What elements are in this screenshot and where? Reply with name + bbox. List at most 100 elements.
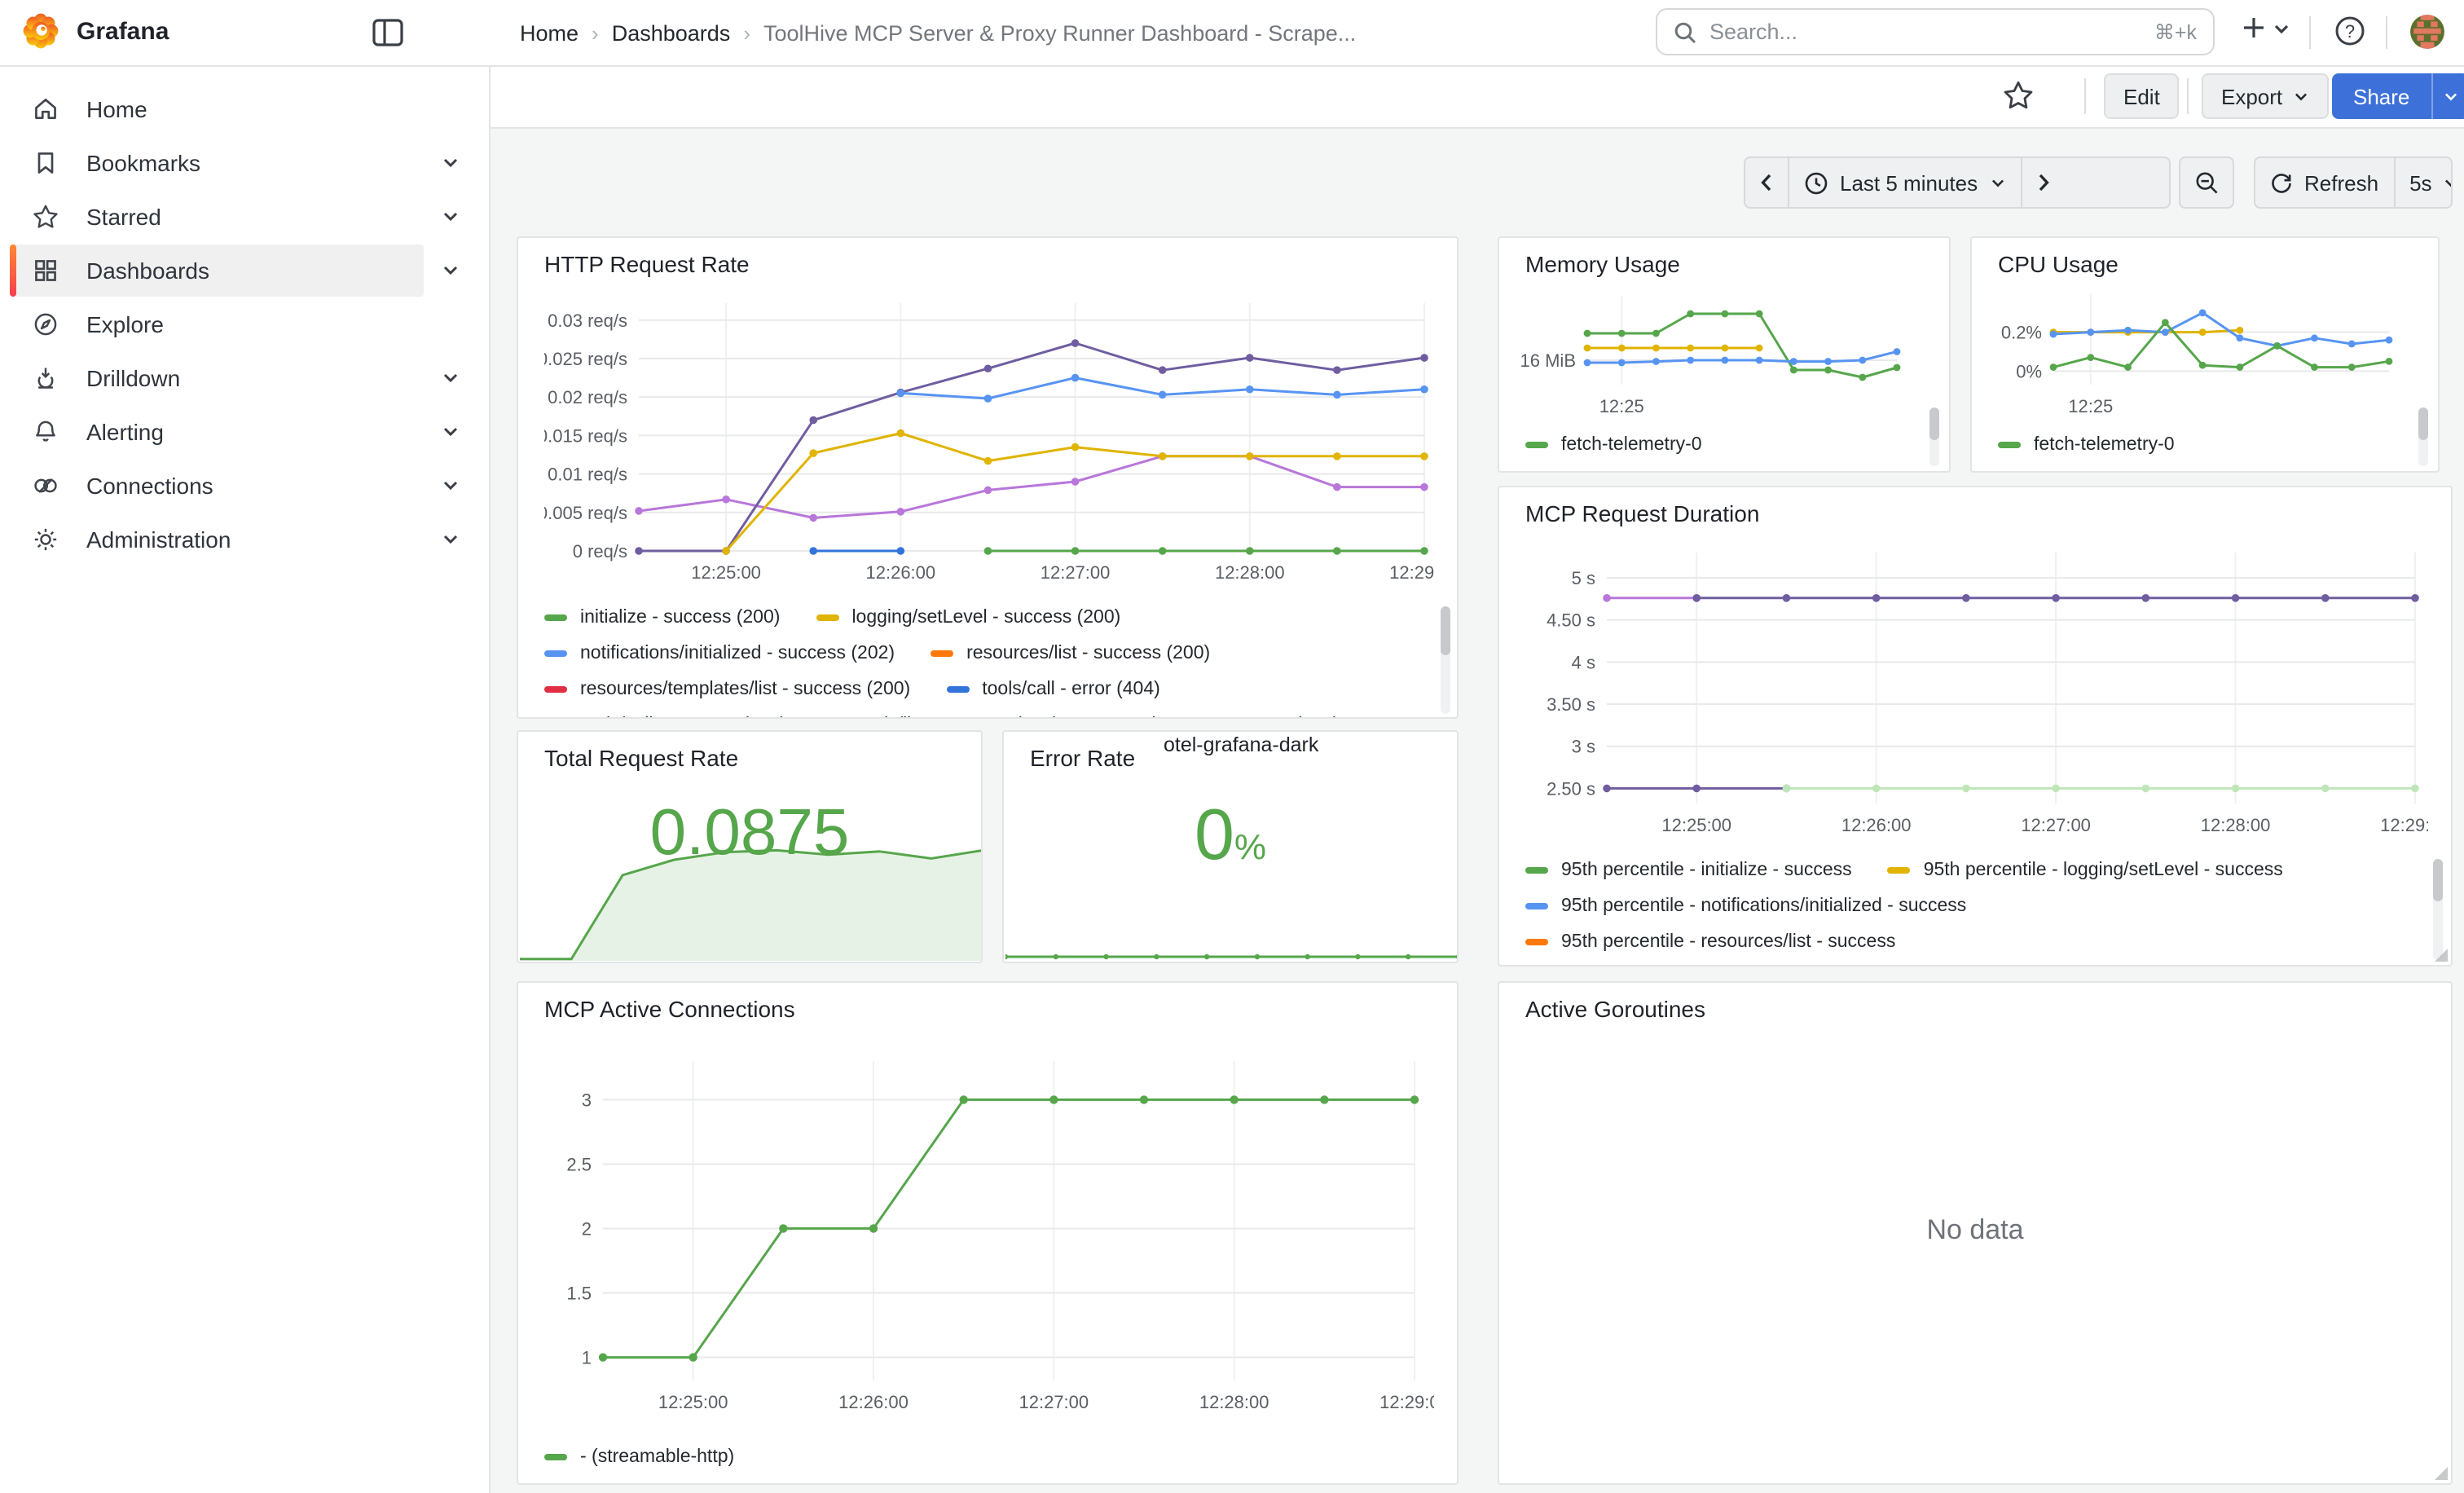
search-input[interactable]: Search... ⌘+k [1656,8,2215,55]
avatar[interactable] [2410,15,2444,49]
edit-button[interactable]: Edit [2104,73,2180,119]
chevron-down-icon[interactable] [433,406,466,458]
sidebar-item-alerting[interactable]: Alerting [10,406,424,458]
legend-item[interactable]: 95th percentile - logging/setLevel - suc… [1888,861,2283,880]
chevron-down-icon[interactable] [433,191,466,243]
panel-memory-usage[interactable]: Memory Usage 16 MiB12:25 fetch-telemetry… [1498,236,1951,473]
refresh-interval-picker[interactable]: 5s [2393,158,2453,207]
panel-title[interactable]: HTTP Request Rate [544,251,750,277]
mcp-active-connections-chart[interactable]: 11.522.5312:25:0012:26:0012:27:0012:28:0… [544,1042,1434,1426]
legend-item[interactable]: tools/list - success (200) [822,716,1059,719]
export-button[interactable]: Export [2202,73,2328,119]
brand[interactable]: Grafana [21,11,169,51]
legend-scrollbar-thumb[interactable] [1441,606,1450,655]
no-data-message: No data [1499,1213,2451,1246]
cpu-legend: fetch-telemetry-0 [1998,427,2415,466]
add-chevron-down-icon[interactable] [2273,23,2290,36]
panel-mcp-request-duration[interactable]: MCP Request Duration 2.50 s3 s3.50 s4 s4… [1498,486,2453,967]
share-chevron-down-icon[interactable] [2431,73,2464,119]
panel-mcp-active-connections[interactable]: MCP Active Connections 11.522.5312:25:00… [517,981,1459,1485]
panel-resize-handle[interactable] [2435,949,2448,962]
cpu-usage-chart[interactable]: 0.2%0%12:25 [1988,284,2412,414]
chevron-down-icon[interactable] [433,352,466,404]
legend-scrollbar-thumb[interactable] [1929,407,1939,440]
refresh-interval-label: 5s [2409,170,2431,195]
panel-error-rate[interactable]: Error Rate 0% [1002,730,1459,963]
http-legend: initialize - success (200) logging/setLev… [544,600,1434,719]
legend-label: initialize - success (200) [580,608,780,628]
sidebar-item-drilldown[interactable]: Drilldown [10,352,424,404]
panel-title[interactable]: CPU Usage [1998,251,2119,277]
panel-cpu-usage[interactable]: CPU Usage 0.2%0%12:25 fetch-telemetry-0 [1970,236,2440,473]
legend-item[interactable]: 95th percentile - notifications/initiali… [1525,896,1966,916]
panel-active-goroutines[interactable]: Active Goroutines No data [1498,981,2453,1485]
panel-title[interactable]: Total Request Rate [544,745,738,771]
svg-text:5 s: 5 s [1572,568,1595,588]
legend-item[interactable]: tools/call - success (200) [544,716,786,719]
zoom-out-button[interactable] [2180,158,2233,207]
sidebar-item-connections[interactable]: Connections [10,460,424,512]
legend-item[interactable]: initialize - success (200) [544,608,780,628]
legend-item[interactable]: resources/templates/list - success (200) [544,680,910,699]
legend-item[interactable]: logging/setLevel - success (200) [816,608,1120,628]
panel-http-request-rate[interactable]: HTTP Request Rate 0 req/s0.005 req/s0.01… [517,236,1459,719]
sidebar-item-bookmarks[interactable]: Bookmarks [10,137,424,189]
panel-title[interactable]: MCP Active Connections [544,996,795,1022]
legend-item[interactable]: notifications/initialized - success (202… [544,644,895,663]
legend-item[interactable]: 95th percentile - initialize - success [1525,861,1852,880]
time-range-group: Last 5 minutes [1744,156,2171,209]
legend-color-chip [544,686,567,693]
legend-color-chip [1525,903,1548,909]
memory-usage-chart[interactable]: 16 MiB12:25 [1516,284,1923,414]
sidebar-item-starred[interactable]: Starred [10,191,424,243]
connections-legend: - (streamable-http) [544,1439,1434,1482]
legend-item[interactable]: tools/call - error (404) [946,680,1160,699]
grafana-logo-icon [21,11,60,51]
time-range-picker[interactable]: Last 5 minutes [1788,158,2020,207]
breadcrumb-home[interactable]: Home [520,20,579,45]
panel-title[interactable]: Memory Usage [1525,251,1680,277]
legend-scrollbar-thumb[interactable] [2418,407,2428,440]
legend-item[interactable]: fetch-telemetry-0 [1998,435,2175,455]
legend-item[interactable]: resources/list - success (200) [931,644,1210,663]
home-icon [33,96,59,122]
legend-scrollbar-thumb[interactable] [2433,859,2443,901]
panel-title[interactable]: Error Rate [1030,745,1135,771]
panel-title[interactable]: MCP Request Duration [1525,500,1759,526]
sidebar-item-dashboards[interactable]: Dashboards [10,244,424,297]
help-icon[interactable]: ? [2334,15,2366,47]
legend-label: tools/list - success (200) [858,716,1059,719]
chevron-down-icon[interactable] [433,460,466,512]
clock-icon [1804,170,1828,195]
sidebar-toggle-icon[interactable] [372,18,404,47]
svg-text:1: 1 [582,1348,592,1368]
add-button[interactable] [2239,13,2268,42]
chevron-down-icon[interactable] [433,244,466,297]
refresh-button[interactable]: Refresh [2255,158,2393,207]
svg-text:12:25:00: 12:25:00 [691,562,761,583]
chevron-down-icon[interactable] [433,137,466,189]
chevron-down-icon[interactable] [433,513,466,566]
time-back-button[interactable] [1745,158,1788,207]
legend-item[interactable]: fetch-telemetry-0 [1525,435,1702,455]
svg-text:3 s: 3 s [1572,737,1595,757]
legend-item[interactable]: - (streamable-http) [544,1447,734,1467]
svg-text:2.50 s: 2.50 s [1547,778,1595,799]
breadcrumb-dashboards[interactable]: Dashboards [612,20,731,45]
sidebar-item-home[interactable]: Home [10,83,424,135]
star-icon[interactable] [2003,80,2034,111]
legend-item[interactable]: unknown - success (200) [1095,716,1340,719]
http-request-rate-chart[interactable]: 0 req/s0.005 req/s0.01 req/s0.015 req/s0… [544,293,1434,590]
legend-item[interactable]: 95th percentile - resources/list - succe… [1525,932,1895,952]
time-forward-button[interactable] [2020,158,2064,207]
panel-title[interactable]: Active Goroutines [1525,996,1705,1022]
mcp-request-duration-chart[interactable]: 2.50 s3 s3.50 s4 s4.50 s5 s12:25:0012:26… [1525,540,2428,843]
sidebar-item-explore[interactable]: Explore [10,298,424,350]
share-button[interactable]: Share [2332,73,2464,119]
share-button-label[interactable]: Share [2332,73,2431,119]
panel-resize-handle[interactable] [2435,1467,2448,1480]
panel-total-request-rate[interactable]: Total Request Rate 0.0875 [517,730,983,963]
error-rate-value: 0% [1004,800,1457,872]
svg-text:12:27:00: 12:27:00 [2021,815,2091,835]
sidebar-item-administration[interactable]: Administration [10,513,424,566]
